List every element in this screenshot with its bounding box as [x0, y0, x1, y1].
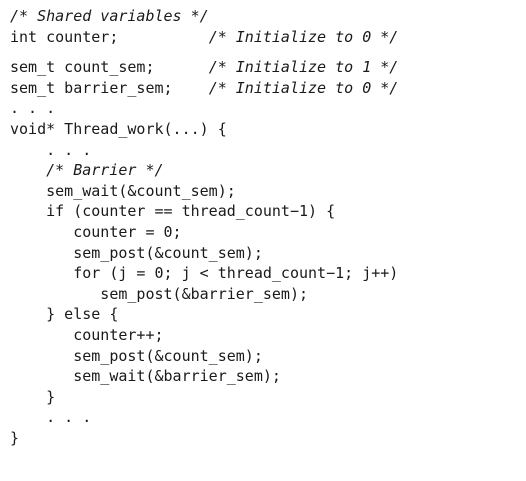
code-comment: /* Initialize to 0 */ — [208, 78, 399, 97]
code-line: /* Shared variables */ — [10, 6, 398, 27]
code-comment: /* Barrier */ — [10, 161, 164, 180]
code-statement: int counter; — [10, 27, 209, 46]
code-statement: for (j = 0; j < thread_count−1; j++) — [10, 264, 399, 283]
code-comment: /* Shared variables */ — [10, 7, 209, 25]
code-statement: } — [10, 387, 56, 406]
code-line: } else { — [10, 304, 398, 325]
code-line: counter++; — [10, 325, 398, 346]
code-statement: if (counter == thread_count−1) { — [10, 202, 336, 221]
code-line: sem_t count_sem; /* Initialize to 1 */ — [10, 57, 398, 78]
code-statement: . . . — [10, 140, 92, 159]
code-line: sem_post(&count_sem); — [10, 243, 398, 264]
code-line: . . . — [10, 98, 398, 119]
code-statement: sem_post(&count_sem); — [10, 346, 263, 365]
code-line: sem_wait(&count_sem); — [10, 181, 398, 202]
code-statement: sem_post(&barrier_sem); — [10, 284, 309, 303]
code-line: int counter; /* Initialize to 0 */ — [10, 27, 398, 48]
code-line: . . . — [10, 407, 398, 428]
code-comment: /* Initialize to 1 */ — [208, 58, 399, 77]
code-line: counter = 0; — [10, 222, 398, 243]
code-statement: void* Thread_work(...) { — [10, 119, 227, 138]
code-line: for (j = 0; j < thread_count−1; j++) — [10, 263, 398, 284]
code-line: } — [10, 387, 398, 408]
code-line: /* Barrier */ — [10, 160, 398, 181]
code-statement: counter = 0; — [10, 222, 182, 241]
code-line: sem_wait(&barrier_sem); — [10, 366, 398, 387]
code-statement: sem_wait(&count_sem); — [10, 181, 236, 200]
code-statement: . . . — [10, 99, 56, 118]
code-line: sem_post(&barrier_sem); — [10, 284, 398, 305]
code-statement: } else { — [10, 305, 119, 324]
code-comment: /* Initialize to 0 */ — [208, 27, 399, 46]
code-line: void* Thread_work(...) { — [10, 119, 398, 140]
code-statement: counter++; — [10, 325, 164, 344]
code-line: if (counter == thread_count−1) { — [10, 201, 398, 222]
code-statement: sem_t barrier_sem; — [10, 78, 209, 97]
code-statement: sem_wait(&barrier_sem); — [10, 367, 281, 386]
code-statement: } — [10, 428, 20, 447]
code-statement: . . . — [10, 408, 92, 427]
code-statement: sem_t count_sem; — [10, 58, 209, 77]
code-listing: /* Shared variables */ int counter; /* In… — [10, 6, 398, 448]
code-line: } — [10, 428, 398, 449]
code-line: sem_t barrier_sem; /* Initialize to 0 */ — [10, 78, 398, 99]
code-line: sem_post(&count_sem); — [10, 346, 398, 367]
code-statement: sem_post(&count_sem); — [10, 243, 263, 262]
code-line: . . . — [10, 140, 398, 161]
